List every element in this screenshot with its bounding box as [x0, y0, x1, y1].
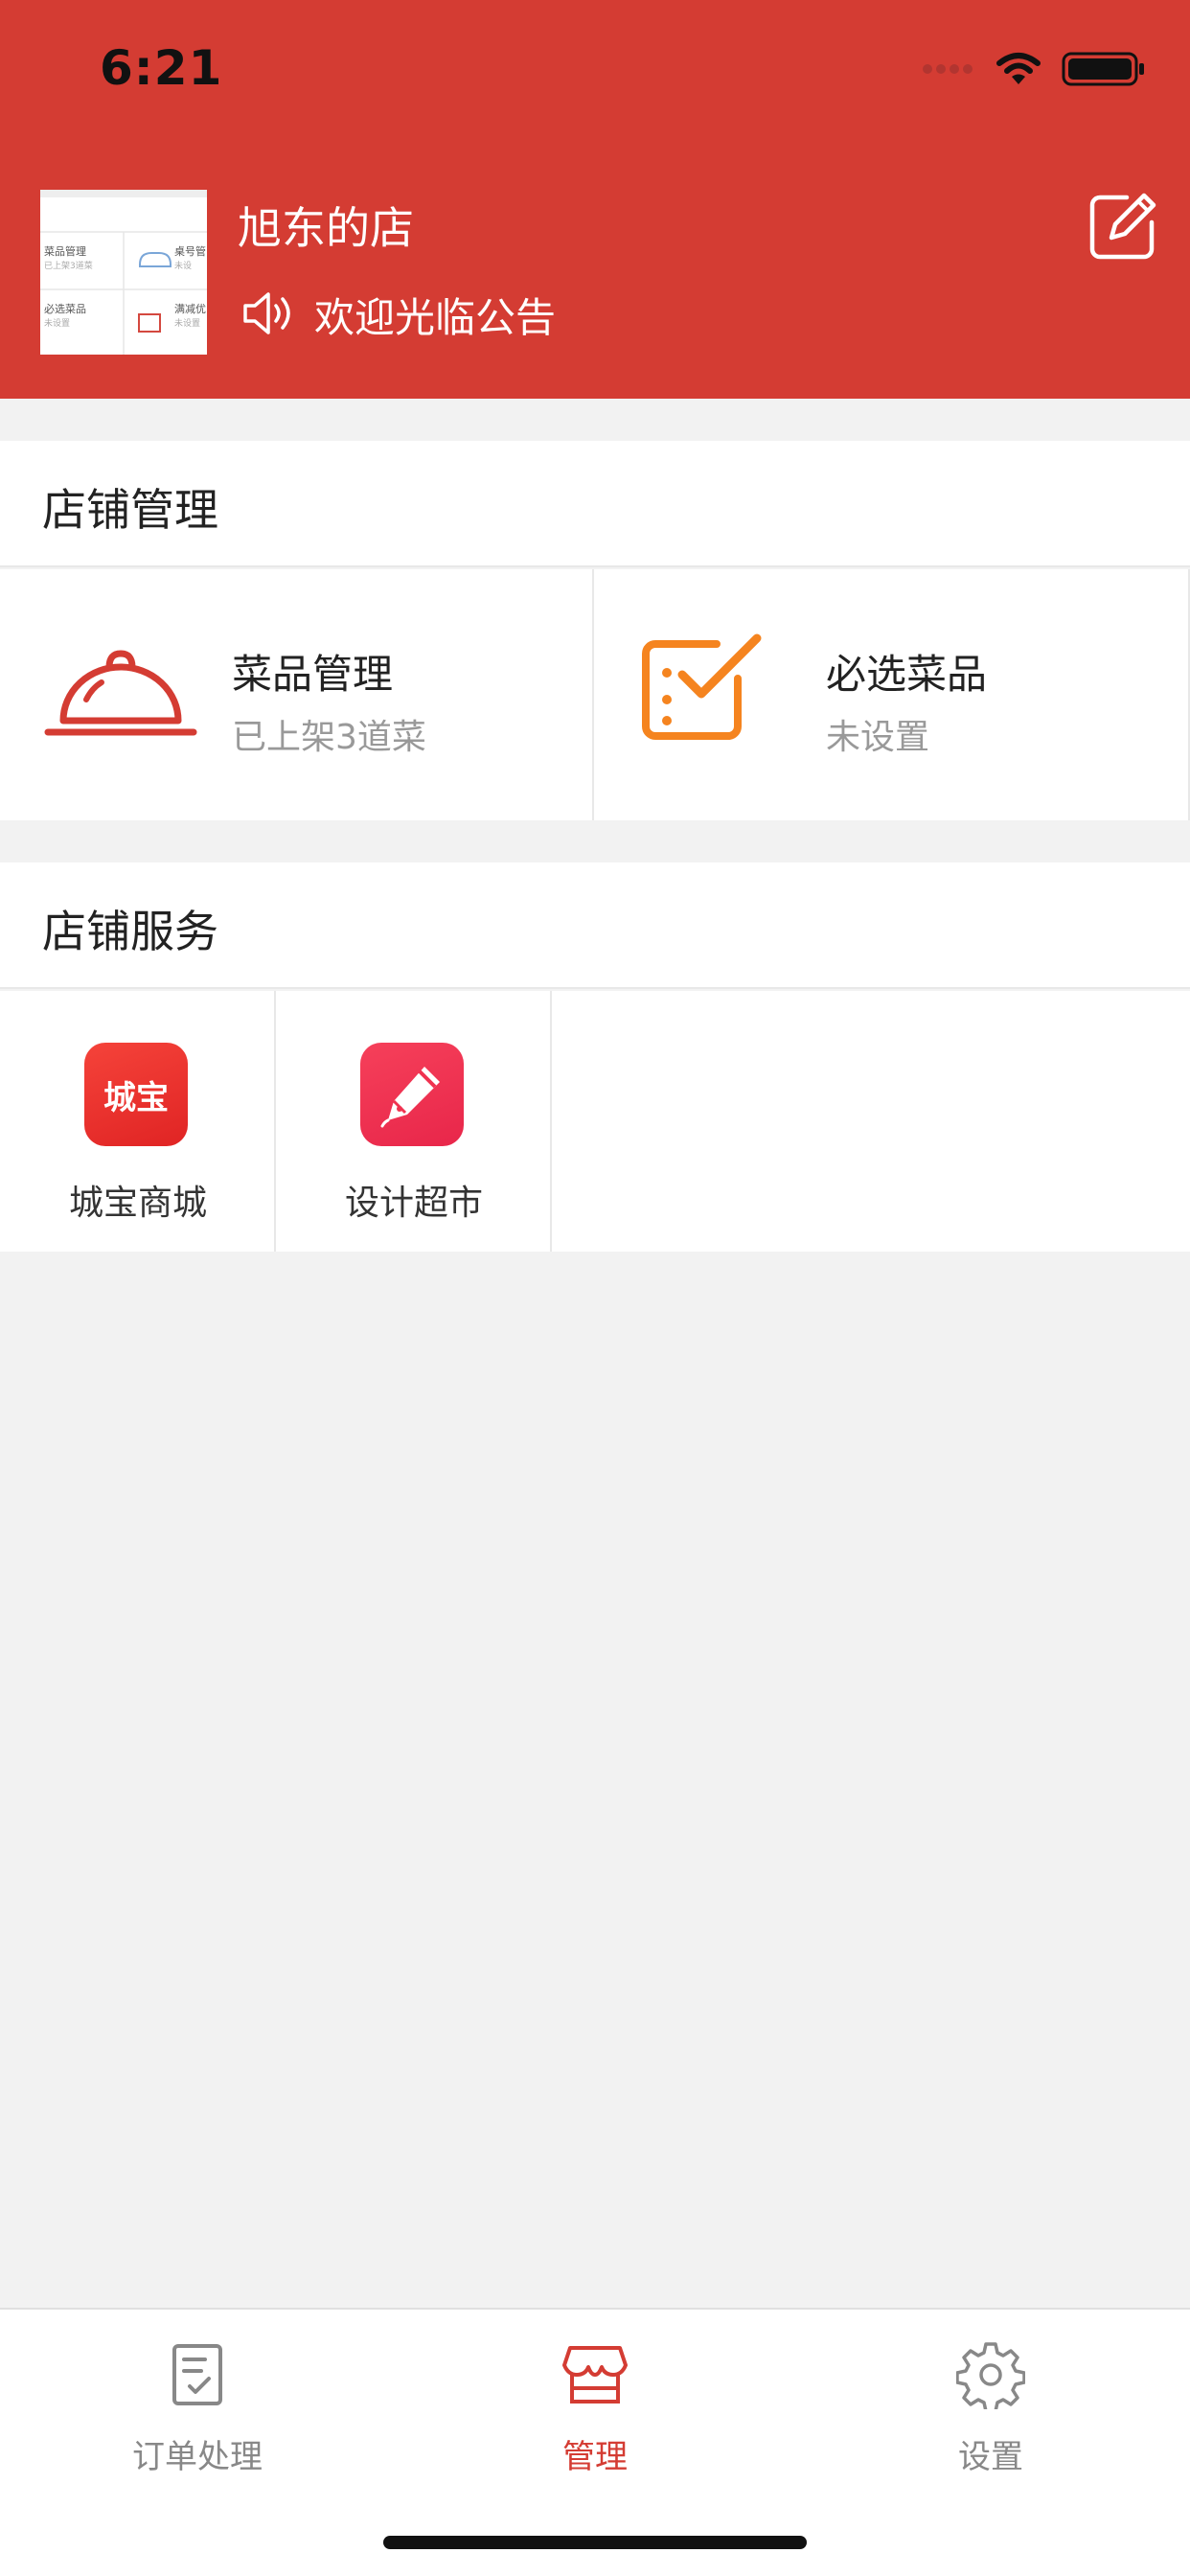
edit-shop-button[interactable] — [1087, 192, 1159, 264]
pen-app-icon — [360, 1043, 464, 1146]
required-dishes-subtitle: 未设置 — [826, 718, 930, 757]
thumb-text-1: 菜品管理 — [44, 245, 86, 258]
battery-icon — [1062, 50, 1146, 92]
signal-icon — [922, 61, 975, 80]
required-dishes-title: 必选菜品 — [826, 651, 988, 698]
cloche-icon — [44, 632, 197, 751]
edit-icon — [1088, 192, 1157, 264]
wifi-icon — [996, 52, 1041, 90]
checklist-icon — [634, 632, 768, 751]
dish-management-card[interactable]: 菜品管理 已上架3道菜 — [0, 569, 594, 820]
tab-orders[interactable]: 订单处理 — [82, 2329, 312, 2476]
tab-settings[interactable]: 设置 — [876, 2329, 1106, 2476]
tab-label-manage: 管理 — [562, 2438, 628, 2476]
thumb-text-5: 必选菜品 — [44, 303, 86, 315]
dish-management-title: 菜品管理 — [232, 651, 394, 698]
store-icon — [561, 2340, 629, 2413]
shop-thumbnail[interactable]: 菜品管理 已上架3道菜 桌号管 未设 必选菜品 未设置 满减优 未设置 — [40, 190, 207, 355]
thumb-text-3: 桌号管 — [174, 245, 206, 258]
shop-name: 旭东的店 — [238, 202, 414, 254]
gear-icon — [955, 2340, 1026, 2413]
tab-label-settings: 设置 — [958, 2438, 1023, 2476]
home-indicator[interactable] — [383, 2536, 807, 2549]
store-management-header: 店铺管理 — [0, 441, 1190, 567]
status-icons — [922, 50, 1146, 92]
dish-management-subtitle: 已上架3道菜 — [232, 718, 426, 757]
tab-label-orders: 订单处理 — [132, 2438, 263, 2476]
order-clipboard-icon — [163, 2340, 232, 2413]
section-title-services: 店铺服务 — [42, 906, 218, 957]
thumb-text-4: 未设 — [174, 262, 193, 271]
notice-text: 欢迎光临公告 — [314, 294, 557, 341]
services-empty-cell — [552, 991, 1190, 1252]
store-services-grid: 城宝 城宝商城 设计超市 — [0, 991, 1190, 1252]
shop-notice[interactable]: 欢迎光临公告 — [241, 286, 556, 344]
service-label-chengbao: 城宝商城 — [68, 1184, 207, 1223]
service-label-design: 设计超市 — [344, 1184, 483, 1223]
tab-manage[interactable]: 管理 — [480, 2329, 710, 2476]
service-chengbao-mall[interactable]: 城宝 城宝商城 — [0, 991, 276, 1252]
required-dishes-card[interactable]: 必选菜品 未设置 — [594, 569, 1190, 820]
store-services-header: 店铺服务 — [0, 862, 1190, 989]
thumb-text-7: 满减优 — [174, 303, 206, 315]
speaker-icon — [241, 289, 295, 341]
store-management-grid: 菜品管理 已上架3道菜 必选菜品 未设置 — [0, 569, 1190, 820]
section-title-management: 店铺管理 — [42, 484, 218, 536]
chengbao-app-icon: 城宝 — [84, 1043, 188, 1146]
chengbao-badge-text: 城宝 — [103, 1078, 169, 1117]
shop-header: 6:21 菜品管理 已上架3道菜 桌号管 未设 必选菜品 未设置 满减优 未设置… — [0, 0, 1190, 399]
thumb-text-2: 已上架3道菜 — [44, 262, 93, 271]
thumb-text-8: 未设置 — [174, 319, 201, 329]
service-design-market[interactable]: 设计超市 — [276, 991, 552, 1252]
status-time: 6:21 — [100, 40, 223, 96]
thumb-text-6: 未设置 — [44, 319, 71, 329]
